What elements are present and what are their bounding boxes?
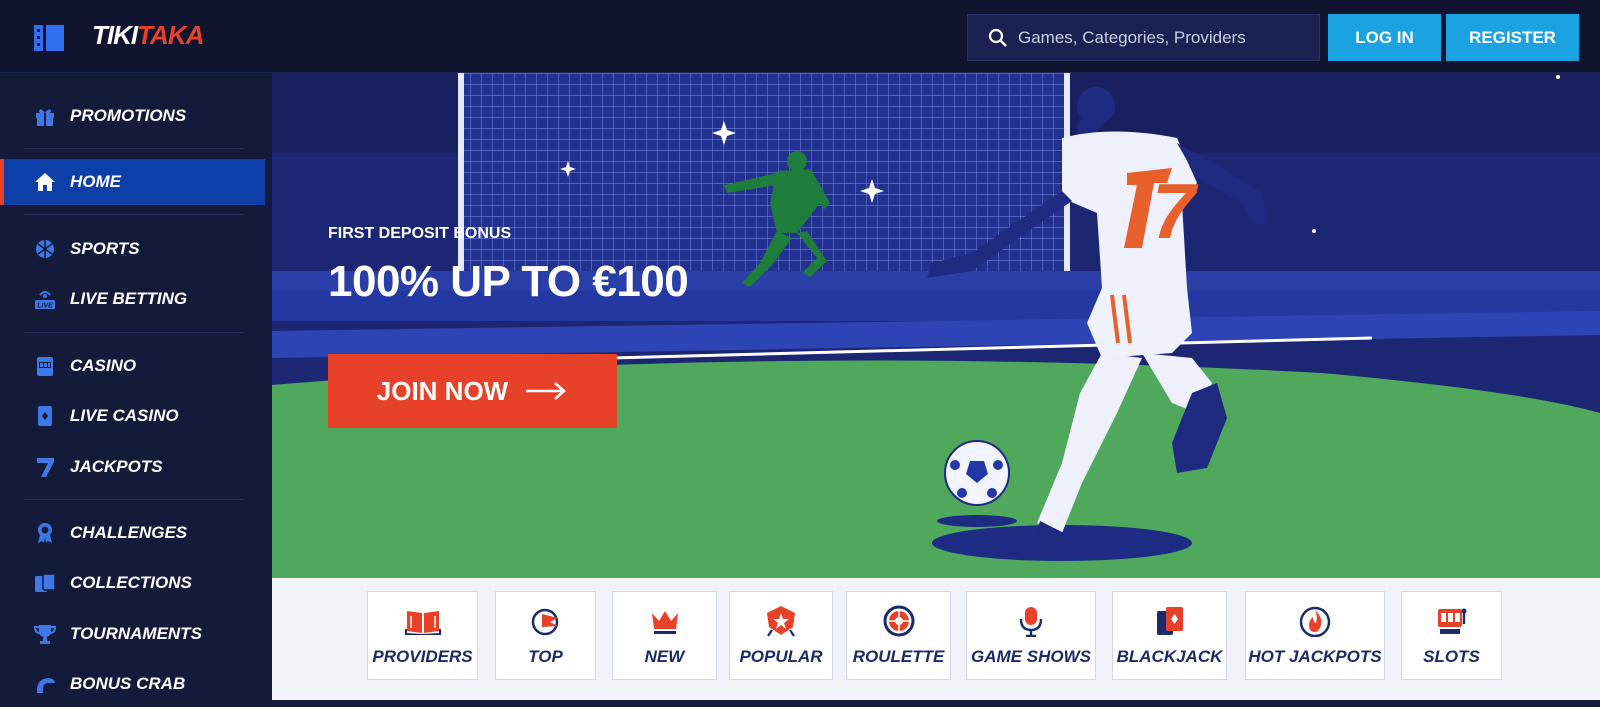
live-icon: LIVE: [34, 288, 56, 310]
register-button[interactable]: REGISTER: [1446, 14, 1579, 61]
sidebar-item-label: JACKPOTS: [70, 457, 163, 476]
sidebar-item-label: PROMOTIONS: [70, 106, 187, 125]
sidebar-item-label: SPORTS: [70, 239, 140, 258]
top-bar: TIKITAKA LOG IN REGISTER: [0, 0, 1600, 73]
fire-icon: [1297, 605, 1333, 637]
category-label: BLACKJACK: [1116, 646, 1223, 666]
sidebar-item-label: CHALLENGES: [70, 523, 188, 542]
home-icon: [34, 171, 56, 193]
search-input[interactable]: [1018, 27, 1308, 48]
divider: [24, 148, 244, 149]
category-label: ROULETTE: [852, 646, 945, 666]
category-slots[interactable]: SLOTS: [1401, 591, 1502, 680]
hero-subtitle: FIRST DEPOSIT BONUS: [328, 225, 512, 242]
category-providers[interactable]: PROVIDERS: [367, 591, 478, 680]
divider: [24, 214, 244, 215]
hero-illustration: 7: [272, 73, 1600, 578]
hero-title: 100% UP TO €100: [328, 257, 689, 306]
sidebar-item-label: COLLECTIONS: [70, 573, 192, 592]
sidebar-item-label: BONUS CRAB: [70, 674, 186, 693]
seven-icon: [34, 456, 56, 478]
divider: [24, 332, 244, 333]
category-hot-jackpots[interactable]: HOT JACKPOTS: [1245, 591, 1385, 680]
medal-icon: [34, 522, 56, 544]
sidebar-item-home[interactable]: HOME: [0, 159, 265, 205]
category-bar: PROVIDERS TOP NEW POPULAR ROULETTE GAME …: [272, 578, 1600, 700]
sidebar-item-casino[interactable]: CASINO: [0, 343, 265, 389]
slot-machine-icon: [1434, 605, 1470, 637]
sidebar-item-challenges[interactable]: CHALLENGES: [0, 510, 265, 556]
menu-toggle-icon[interactable]: [34, 25, 64, 51]
join-now-button[interactable]: JOIN NOW: [328, 354, 617, 428]
join-now-label: JOIN NOW: [376, 375, 509, 406]
claw-icon: [34, 673, 56, 695]
search-box[interactable]: [967, 14, 1320, 61]
sidebar-item-promotions[interactable]: PROMOTIONS: [0, 93, 265, 139]
login-button[interactable]: LOG IN: [1328, 14, 1441, 61]
category-label: TOP: [528, 646, 563, 666]
card-icon: [34, 405, 56, 427]
crown-icon: [647, 605, 683, 637]
sidebar: PROMOTIONS HOME SPORTS LIVE LIVE BETTING…: [0, 73, 272, 700]
sidebar-item-label: LIVE CASINO: [70, 406, 179, 425]
category-game-shows[interactable]: GAME SHOWS: [966, 591, 1096, 680]
category-new[interactable]: NEW: [612, 591, 717, 680]
search-icon: [988, 28, 1007, 47]
sidebar-item-sports[interactable]: SPORTS: [0, 226, 265, 272]
divider: [24, 499, 244, 500]
arrow-right-icon: [526, 382, 567, 400]
category-label: POPULAR: [739, 646, 823, 666]
sidebar-item-collections[interactable]: COLLECTIONS: [0, 560, 265, 606]
star-badge-icon: [763, 605, 799, 637]
microphone-icon: [1013, 605, 1049, 637]
category-label: PROVIDERS: [372, 646, 473, 666]
sidebar-item-live-casino[interactable]: LIVE CASINO: [0, 393, 265, 439]
logo[interactable]: TIKITAKA: [92, 20, 204, 51]
category-label: SLOTS: [1423, 646, 1480, 666]
category-roulette[interactable]: ROULETTE: [846, 591, 951, 680]
cards-icon: [34, 572, 56, 594]
jersey-number: 7: [1152, 167, 1199, 255]
sidebar-item-label: HOME: [70, 172, 121, 191]
sidebar-item-label: CASINO: [70, 356, 137, 375]
sidebar-item-live-betting[interactable]: LIVE LIVE BETTING: [0, 276, 265, 322]
logo-part2: TAKA: [137, 20, 204, 50]
logo-part1: TIKI: [92, 20, 138, 50]
sidebar-item-label: LIVE BETTING: [70, 289, 188, 308]
trophy-icon: [34, 623, 56, 645]
sidebar-item-label: TOURNAMENTS: [70, 624, 202, 643]
ball-icon: [34, 238, 56, 260]
sidebar-item-tournaments[interactable]: TOURNAMENTS: [0, 611, 265, 657]
category-popular[interactable]: POPULAR: [729, 591, 833, 680]
slot-machine-icon: [34, 355, 56, 377]
gift-icon: [34, 105, 56, 127]
sidebar-item-jackpots[interactable]: JACKPOTS: [0, 444, 265, 490]
category-blackjack[interactable]: BLACKJACK: [1112, 591, 1227, 680]
category-label: HOT JACKPOTS: [1248, 646, 1382, 666]
cards-icon: [1152, 605, 1188, 637]
hero-banner[interactable]: 7 FIRST DEPOSIT BONUS 100% UP TO €100 JO…: [272, 73, 1600, 578]
sidebar-item-bonus-crab[interactable]: BONUS CRAB: [0, 661, 265, 707]
category-label: GAME SHOWS: [971, 646, 1091, 666]
category-top[interactable]: TOP: [495, 591, 596, 680]
flag-icon: [528, 605, 564, 637]
roulette-icon: [881, 605, 917, 637]
category-label: NEW: [644, 646, 685, 666]
svg-text:LIVE: LIVE: [37, 303, 53, 310]
book-icon: [404, 605, 441, 637]
